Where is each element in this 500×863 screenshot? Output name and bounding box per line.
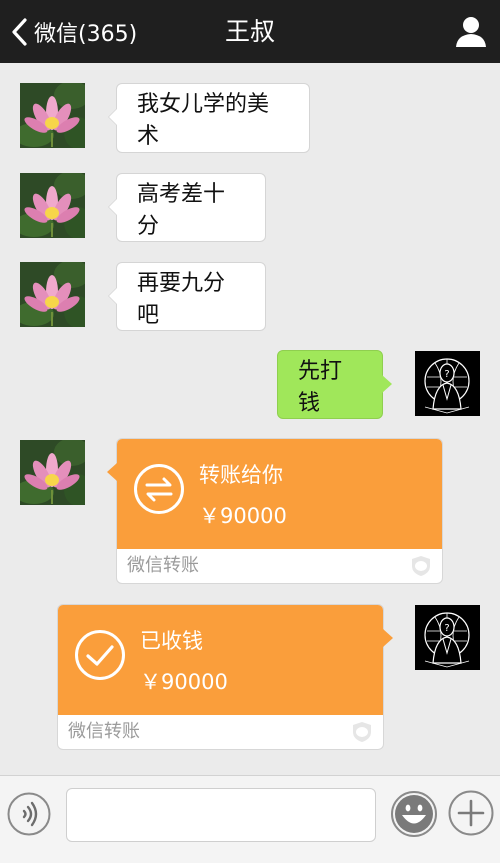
shield-icon <box>412 556 430 576</box>
anonymous-avatar-image <box>415 605 480 670</box>
message-text: 先打钱 <box>298 358 343 416</box>
message-text: 我女儿学的美术 <box>137 92 270 149</box>
lotus-avatar-image <box>20 173 85 238</box>
message-bubble[interactable]: 高考差十分 <box>108 173 266 242</box>
transfer-title: 转账给你 <box>199 463 283 487</box>
received-amount: ￥90000 <box>140 670 228 694</box>
my-avatar[interactable] <box>415 605 480 670</box>
person-icon[interactable] <box>454 14 488 48</box>
lotus-avatar-image <box>20 262 85 327</box>
top-bar: 微信(365) 王叔 <box>0 0 500 63</box>
received-footer: 微信转账 <box>68 721 140 742</box>
message-input[interactable] <box>66 788 376 842</box>
chevron-left-icon <box>12 17 27 46</box>
contact-avatar[interactable] <box>20 173 85 238</box>
lotus-avatar-image <box>20 440 85 505</box>
transfer-arrows-icon <box>134 464 184 514</box>
message-text: 高考差十分 <box>137 181 226 239</box>
smiley-icon[interactable] <box>390 790 438 838</box>
transfer-footer: 微信转账 <box>127 555 199 576</box>
message-text: 再要九分吧 <box>137 270 226 328</box>
back-button[interactable]: 微信(365) <box>10 0 137 63</box>
my-avatar[interactable] <box>415 351 480 416</box>
input-bar <box>0 775 500 863</box>
back-label: 微信(365) <box>34 21 138 47</box>
contact-avatar[interactable] <box>20 262 85 327</box>
contact-avatar[interactable] <box>20 83 85 148</box>
message-bubble[interactable]: 再要九分吧 <box>108 262 266 331</box>
lotus-avatar-image <box>20 83 85 148</box>
checkmark-icon <box>75 630 125 680</box>
voice-icon[interactable] <box>7 792 51 836</box>
anonymous-avatar-image <box>415 351 480 416</box>
received-title: 已收钱 <box>140 629 203 653</box>
transfer-amount: ￥90000 <box>199 504 287 528</box>
sent-message-bubble[interactable]: 先打钱 <box>277 350 392 419</box>
plus-icon[interactable] <box>448 790 494 836</box>
shield-icon <box>353 722 371 742</box>
received-card[interactable]: 已收钱 ￥90000 微信转账 <box>57 604 393 750</box>
contact-avatar[interactable] <box>20 440 85 505</box>
transfer-card[interactable]: 转账给你 ￥90000 微信转账 <box>107 438 443 584</box>
message-bubble[interactable]: 我女儿学的美术 <box>108 83 310 153</box>
